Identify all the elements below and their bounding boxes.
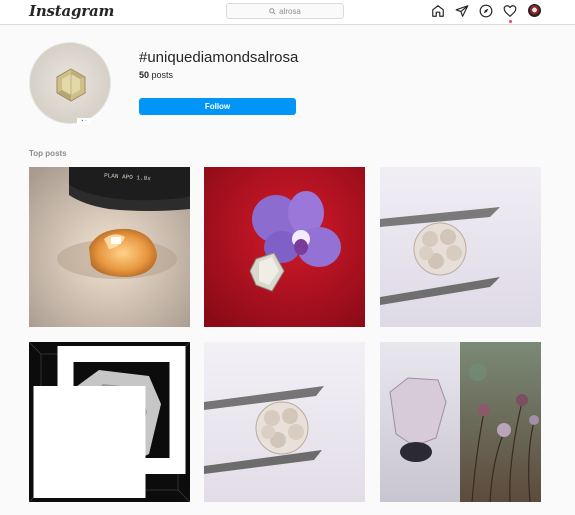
activity-heart-icon[interactable] [503, 3, 517, 19]
posts-count-label: posts [151, 70, 174, 80]
direct-icon[interactable] [455, 3, 469, 19]
profile-avatar[interactable] [528, 4, 541, 17]
search-icon [269, 7, 276, 15]
top-navigation-bar: Instagram alrosa [0, 0, 575, 25]
top-posts-label: Top posts [29, 149, 67, 158]
post-tile-3[interactable] [380, 167, 541, 327]
search-input[interactable]: alrosa [226, 3, 344, 19]
search-value: alrosa [279, 6, 301, 16]
instagram-logo[interactable]: Instagram [29, 2, 114, 20]
hashtag-title: #uniquediamondsalrosa [139, 49, 299, 66]
multiple-images-icon [33, 346, 186, 498]
posts-count-number: 50 [139, 70, 150, 80]
post-tile-2[interactable] [204, 167, 365, 327]
follow-button[interactable]: Follow [139, 98, 296, 115]
post-tile-6[interactable] [380, 342, 541, 502]
post-tile-1[interactable]: PLAN APO 1.0x [29, 167, 190, 327]
notification-dot [509, 20, 512, 23]
home-icon[interactable] [431, 3, 445, 19]
post-tile-5[interactable] [204, 342, 365, 502]
posts-count: 50 posts [139, 70, 173, 80]
image-badge: ▪ ◦ [77, 118, 91, 124]
post-tile-4[interactable] [29, 342, 190, 502]
explore-icon[interactable] [479, 3, 493, 19]
hashtag-profile-image [29, 42, 111, 124]
